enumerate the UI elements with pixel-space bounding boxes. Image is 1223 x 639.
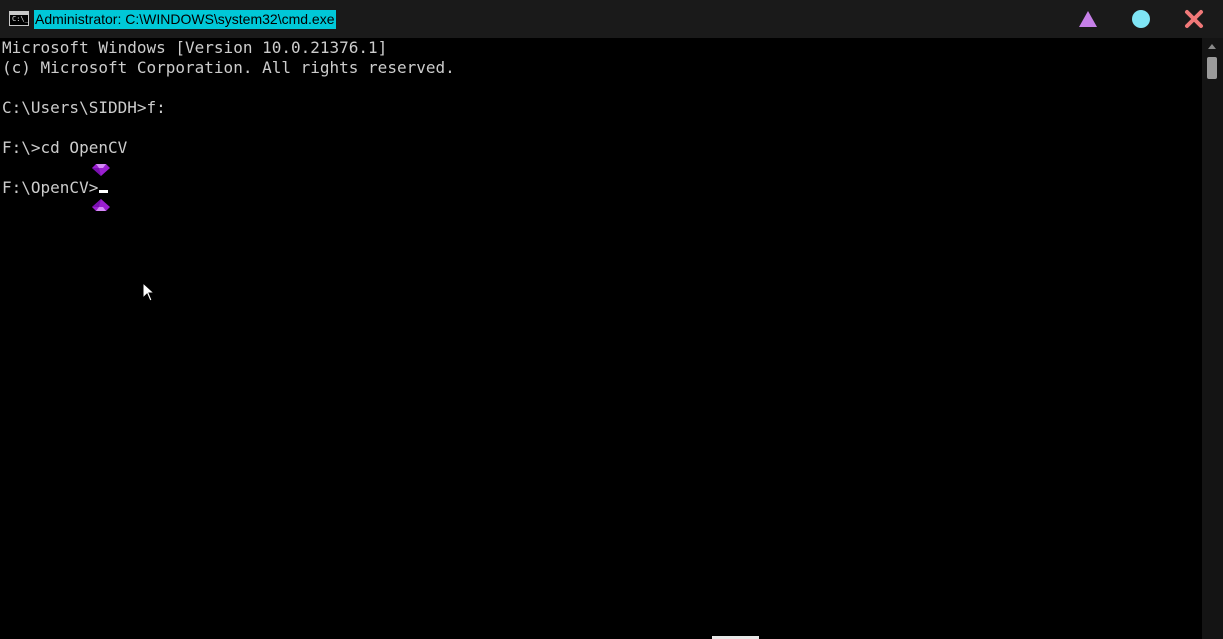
maximize-button[interactable] bbox=[1129, 8, 1153, 30]
vertical-scrollbar[interactable] bbox=[1202, 38, 1223, 639]
console-line: Microsoft Windows [Version 10.0.21376.1] bbox=[2, 38, 388, 57]
title-bar[interactable]: C:\_ Administrator: C:\WINDOWS\system32\… bbox=[0, 0, 1223, 38]
console-line: C:\Users\SIDDH>f: bbox=[2, 98, 166, 117]
gem-marker-icon bbox=[92, 164, 110, 176]
console-line: F:\>cd OpenCV bbox=[2, 138, 128, 157]
app-icon-glyph: C:\_ bbox=[12, 15, 29, 23]
window-title: Administrator: C:\WINDOWS\system32\cmd.e… bbox=[34, 10, 336, 29]
console-output[interactable]: Microsoft Windows [Version 10.0.21376.1]… bbox=[0, 38, 1202, 639]
scrollbar-thumb[interactable] bbox=[1207, 57, 1217, 79]
mouse-pointer-icon bbox=[142, 282, 155, 302]
cmd-app-icon[interactable]: C:\_ bbox=[9, 11, 29, 26]
circle-icon bbox=[1132, 10, 1150, 28]
prompt-line[interactable]: F:\OpenCV> bbox=[2, 178, 109, 198]
scroll-up-icon[interactable] bbox=[1208, 44, 1216, 49]
x-icon bbox=[1185, 10, 1203, 28]
triangle-icon bbox=[1079, 11, 1097, 27]
cmd-window: C:\_ Administrator: C:\WINDOWS\system32\… bbox=[0, 0, 1223, 639]
text-cursor bbox=[99, 190, 109, 193]
minimize-button[interactable] bbox=[1076, 8, 1100, 30]
gem-marker-icon bbox=[92, 199, 110, 211]
close-button[interactable] bbox=[1182, 8, 1206, 30]
console-line: (c) Microsoft Corporation. All rights re… bbox=[2, 58, 455, 77]
prompt-text: F:\OpenCV> bbox=[2, 178, 99, 197]
